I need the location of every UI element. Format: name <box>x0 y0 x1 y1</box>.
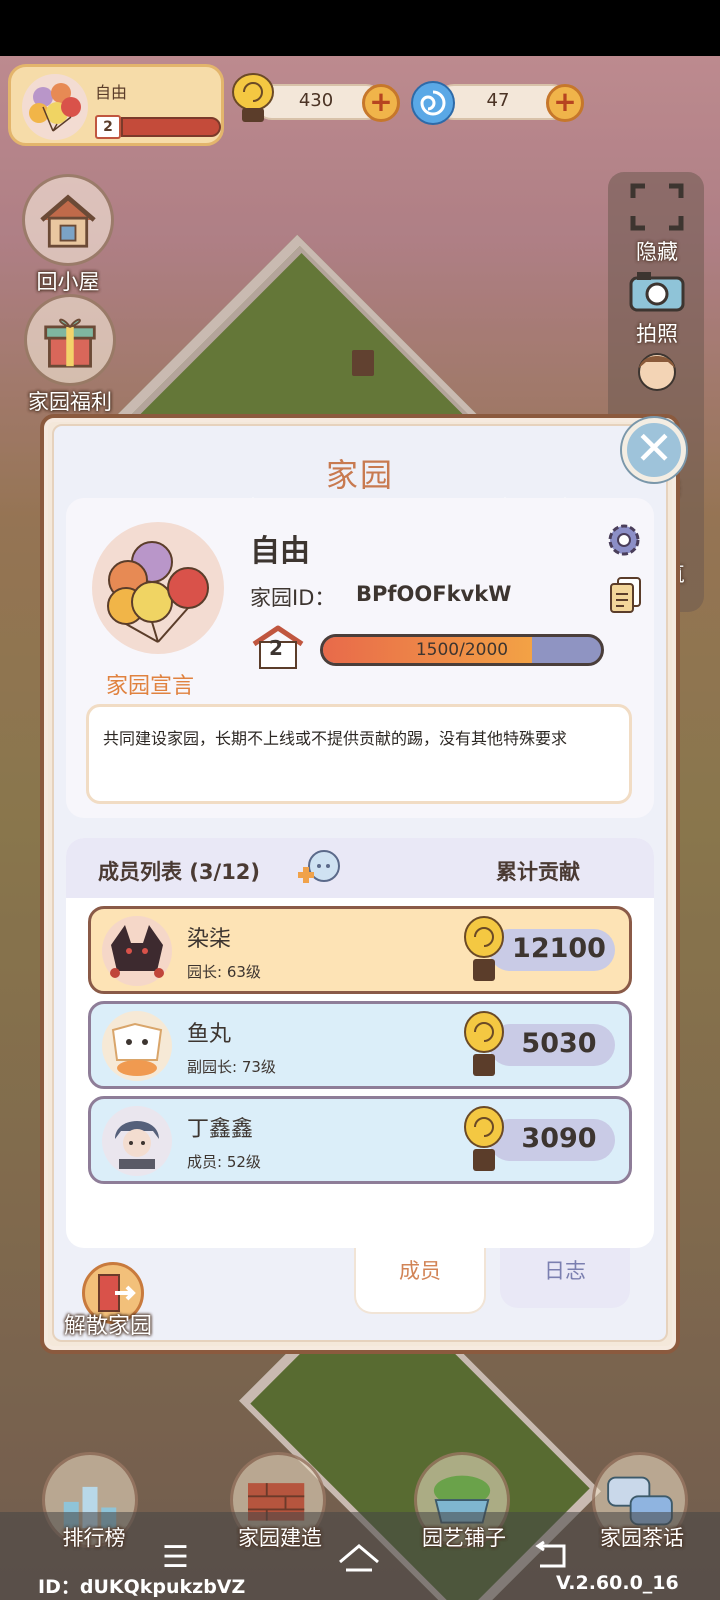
menu-icon[interactable]: ☰ <box>162 1540 189 1575</box>
welfare-label: 家园福利 <box>28 390 112 414</box>
member-row-member[interactable]: 丁鑫鑫 成员: 52级 3090 <box>88 1096 632 1184</box>
contribution-label: 累计贡献 <box>496 860 580 884</box>
member-name: 鱼丸 <box>187 1022 232 1047</box>
member-row-vice[interactable]: 鱼丸 副园长: 73级 5030 <box>88 1001 632 1089</box>
members-title: 成员列表 (3/12) <box>98 860 261 884</box>
player-id: ID：dUKQkpukzbVZ <box>38 1576 246 1598</box>
hide-button[interactable]: 隐藏 <box>612 182 702 266</box>
hide-label: 隐藏 <box>636 240 678 264</box>
character-button[interactable] <box>612 346 702 400</box>
home-build-label: 家园建造 <box>238 1526 322 1550</box>
home-name: 自由 <box>250 534 310 569</box>
coin-counter: 430 + <box>228 73 404 122</box>
home-icon[interactable] <box>336 1540 382 1574</box>
cabin-circle <box>22 174 114 266</box>
member-avatar <box>102 1106 172 1176</box>
player-level-badge: 2 <box>95 115 121 139</box>
snail-trophy-icon <box>464 1011 504 1076</box>
house-icon <box>40 194 96 248</box>
coin-value: 430 <box>298 90 334 111</box>
home-id-label: 家园ID： <box>250 586 336 610</box>
member-row-owner[interactable]: 染柒 园长: 63级 12100 <box>88 906 632 994</box>
member-avatar <box>102 1011 172 1081</box>
dialog-title: 家园 <box>325 456 394 494</box>
member-name: 染柒 <box>187 927 232 952</box>
home-id-value: BPfOOFkvkW <box>356 582 512 606</box>
member-score: 3090 <box>521 1123 597 1154</box>
home-avatar <box>92 522 224 654</box>
back-icon[interactable] <box>530 1540 570 1572</box>
invite-member-icon[interactable] <box>296 848 342 888</box>
status-bar <box>0 0 720 56</box>
frame-icon <box>630 183 684 231</box>
tab-log[interactable]: 日志 <box>500 1248 630 1308</box>
dissolve-home-label: 解散家园 <box>64 1314 153 1339</box>
buy-gems-button[interactable]: + <box>546 84 584 122</box>
snail-trophy-icon <box>232 73 274 122</box>
manifesto-text: 共同建设家园，长期不上线或不提供贡献的踢，没有其他特殊要求 <box>86 704 632 804</box>
member-score: 5030 <box>521 1028 597 1059</box>
member-name: 丁鑫鑫 <box>187 1117 254 1142</box>
home-exp-text: 1500/2000 <box>415 640 509 660</box>
member-avatar <box>102 916 172 986</box>
character-icon <box>638 353 676 391</box>
copy-icon[interactable] <box>608 576 644 614</box>
app-version: V.2.60.0_16 <box>556 1572 679 1594</box>
player-exp-bar <box>121 117 221 137</box>
balloons-avatar-icon <box>22 74 88 140</box>
welfare-circle <box>24 294 116 386</box>
tab-members[interactable]: 成员 <box>354 1248 486 1314</box>
gift-icon <box>44 318 96 368</box>
cabin-button[interactable]: 回小屋 <box>18 174 118 296</box>
member-score: 12100 <box>512 933 606 964</box>
member-role: 成员: 52级 <box>187 1153 261 1171</box>
photo-label: 拍照 <box>636 322 678 346</box>
gem-counter: 47 + <box>410 81 586 125</box>
player-profile[interactable]: 自由 2 <box>8 64 224 146</box>
snail-trophy-icon <box>464 916 504 981</box>
member-role: 园长: 63级 <box>187 963 261 981</box>
welfare-button[interactable]: 家园福利 <box>14 294 126 416</box>
gear-icon[interactable] <box>604 520 644 560</box>
swirl-gem-icon <box>411 81 455 125</box>
home-level: 2 <box>269 636 283 660</box>
close-button[interactable]: ✕ <box>622 418 686 482</box>
player-name: 自由 <box>95 83 128 102</box>
balloons-icon <box>107 541 209 643</box>
buy-coins-button[interactable]: + <box>362 84 400 122</box>
home-chat-label: 家园茶话 <box>600 1526 684 1550</box>
camera-icon <box>629 272 685 312</box>
snail-trophy-icon <box>464 1106 504 1171</box>
gem-value: 47 <box>486 90 510 111</box>
member-role: 副园长: 73级 <box>187 1058 276 1076</box>
garden-shop-label: 园艺铺子 <box>422 1526 506 1550</box>
ranking-label: 排行榜 <box>62 1526 126 1550</box>
cabin-label: 回小屋 <box>36 270 100 294</box>
manifesto-label: 家园宣言 <box>106 674 195 699</box>
home-exp-bar: 1500/2000 <box>320 634 604 666</box>
photo-button[interactable]: 拍照 <box>612 268 702 348</box>
